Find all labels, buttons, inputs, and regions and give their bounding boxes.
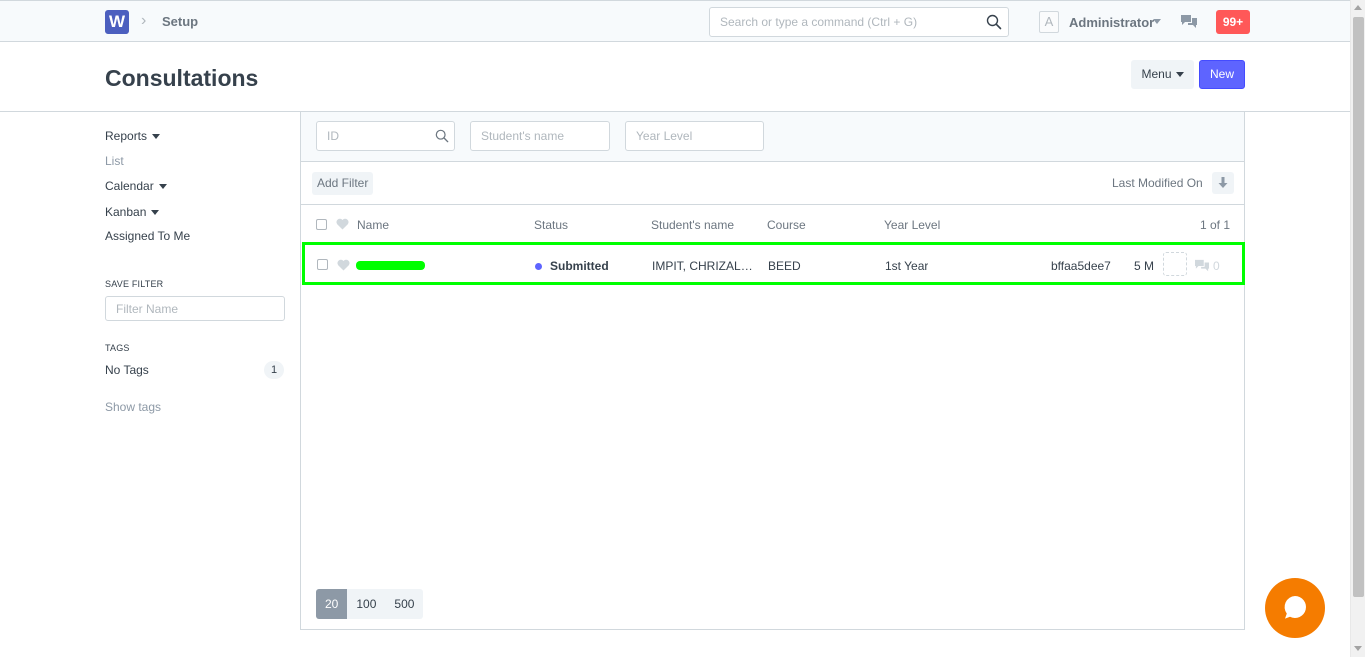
year-level-filter-field[interactable] xyxy=(625,121,764,151)
search-input[interactable] xyxy=(710,8,970,36)
row-course: BEED xyxy=(768,259,801,273)
row-modified: 5 M xyxy=(1134,259,1155,273)
breadcrumb-setup[interactable]: Setup xyxy=(162,14,198,29)
tags-heading: TAGS xyxy=(105,343,130,353)
app-logo[interactable]: W xyxy=(105,10,129,34)
standard-filters xyxy=(301,112,1244,162)
page-title: Consultations xyxy=(105,65,259,91)
column-header-name: Name xyxy=(357,218,390,232)
student-name-filter-input[interactable] xyxy=(471,122,609,150)
year-level-filter-input[interactable] xyxy=(626,122,763,150)
sort-selector[interactable]: Last Modified On xyxy=(1112,176,1203,190)
select-all-checkbox[interactable] xyxy=(316,219,327,230)
menu-caret-icon xyxy=(1175,72,1184,78)
search-icon[interactable] xyxy=(986,14,1002,30)
row-year-level: 1st Year xyxy=(885,259,929,273)
notifications-badge[interactable]: 99+ xyxy=(1216,10,1250,34)
breadcrumb-chevron-icon: › xyxy=(141,12,147,29)
tag-count-badge: 1 xyxy=(264,361,284,379)
column-header-course: Course xyxy=(767,218,806,232)
scrollbar-thumb[interactable] xyxy=(1353,17,1364,597)
scroll-down-icon[interactable] xyxy=(1354,646,1362,651)
student-name-filter-field[interactable] xyxy=(470,121,610,151)
row-id: bffaa5dee7 xyxy=(1051,259,1111,273)
chevron-down-icon xyxy=(152,134,161,140)
sidebar-item-kanban[interactable]: Kanban xyxy=(105,205,160,219)
heart-icon[interactable] xyxy=(336,218,349,230)
awesomebar[interactable] xyxy=(709,7,1009,37)
sidebar-item-label: Calendar xyxy=(105,179,154,193)
status-indicator-icon xyxy=(535,263,542,270)
page-head: Consultations Menu New xyxy=(0,42,1350,112)
show-tags-link[interactable]: Show tags xyxy=(105,400,161,414)
row-student-name: IMPIT, CHRIZALE ... xyxy=(652,259,755,273)
chat-icon[interactable] xyxy=(1180,14,1198,30)
comment-icon xyxy=(1195,259,1209,272)
column-header-status: Status xyxy=(534,218,569,232)
page-scrollbar[interactable] xyxy=(1350,0,1365,657)
assign-avatar-placeholder[interactable] xyxy=(1163,252,1187,276)
chat-bubble-icon xyxy=(1284,596,1306,619)
menu-button[interactable]: Menu xyxy=(1131,60,1194,89)
chevron-down-icon xyxy=(151,210,160,216)
record-name-link[interactable] xyxy=(356,261,425,270)
page-length-selector: 20 100 500 xyxy=(316,589,424,619)
page-length-500-button[interactable]: 500 xyxy=(385,589,423,619)
page-length-100-button[interactable]: 100 xyxy=(347,589,385,619)
filter-bar: Add Filter Last Modified On xyxy=(301,162,1244,205)
row-checkbox[interactable] xyxy=(317,259,328,270)
sidebar-item-label: Reports xyxy=(105,129,148,143)
sidebar-item-label: Kanban xyxy=(105,205,147,219)
comment-count: 0 xyxy=(1213,259,1220,273)
new-button[interactable]: New xyxy=(1199,60,1245,89)
user-menu-caret-icon[interactable] xyxy=(1153,19,1161,24)
id-filter-input[interactable] xyxy=(317,122,454,150)
filter-name-field[interactable] xyxy=(105,296,285,321)
user-menu[interactable]: Administrator xyxy=(1069,15,1154,30)
table-row[interactable]: Submitted IMPIT, CHRIZALE ... BEED 1st Y… xyxy=(302,242,1245,285)
id-filter-field[interactable] xyxy=(316,121,455,151)
page-length-20-button[interactable]: 20 xyxy=(316,589,348,619)
search-icon xyxy=(435,129,449,143)
chat-widget-button[interactable] xyxy=(1265,578,1325,638)
heart-icon[interactable] xyxy=(337,259,350,271)
list-header: Name Status Student's name Course Year L… xyxy=(301,205,1244,243)
avatar[interactable]: A xyxy=(1039,11,1059,33)
save-filter-heading: SAVE FILTER xyxy=(105,279,164,289)
column-header-year-level: Year Level xyxy=(884,218,941,232)
sort-order-button[interactable] xyxy=(1212,172,1234,194)
list-view: Add Filter Last Modified On Name Status … xyxy=(300,112,1245,630)
column-header-student-name: Student's name xyxy=(651,218,735,232)
menu-button-label: Menu xyxy=(1141,67,1172,81)
status-badge: Submitted xyxy=(550,259,609,273)
list-count: 1 of 1 xyxy=(1200,218,1231,232)
navbar: W › Setup A Administrator 99+ xyxy=(0,0,1350,42)
chevron-down-icon xyxy=(158,184,167,190)
sidebar-item-reports[interactable]: Reports xyxy=(105,129,161,143)
add-filter-button[interactable]: Add Filter xyxy=(312,172,374,195)
arrow-down-icon xyxy=(1218,177,1228,188)
sidebar-item-assigned-to-me[interactable]: Assigned To Me xyxy=(105,229,190,243)
sidebar-item-calendar[interactable]: Calendar xyxy=(105,179,167,193)
sidebar-item-no-tags[interactable]: No Tags xyxy=(105,363,149,377)
scroll-up-icon[interactable] xyxy=(1354,5,1362,10)
filter-name-input[interactable] xyxy=(106,297,276,320)
sidebar-item-list[interactable]: List xyxy=(105,154,124,168)
